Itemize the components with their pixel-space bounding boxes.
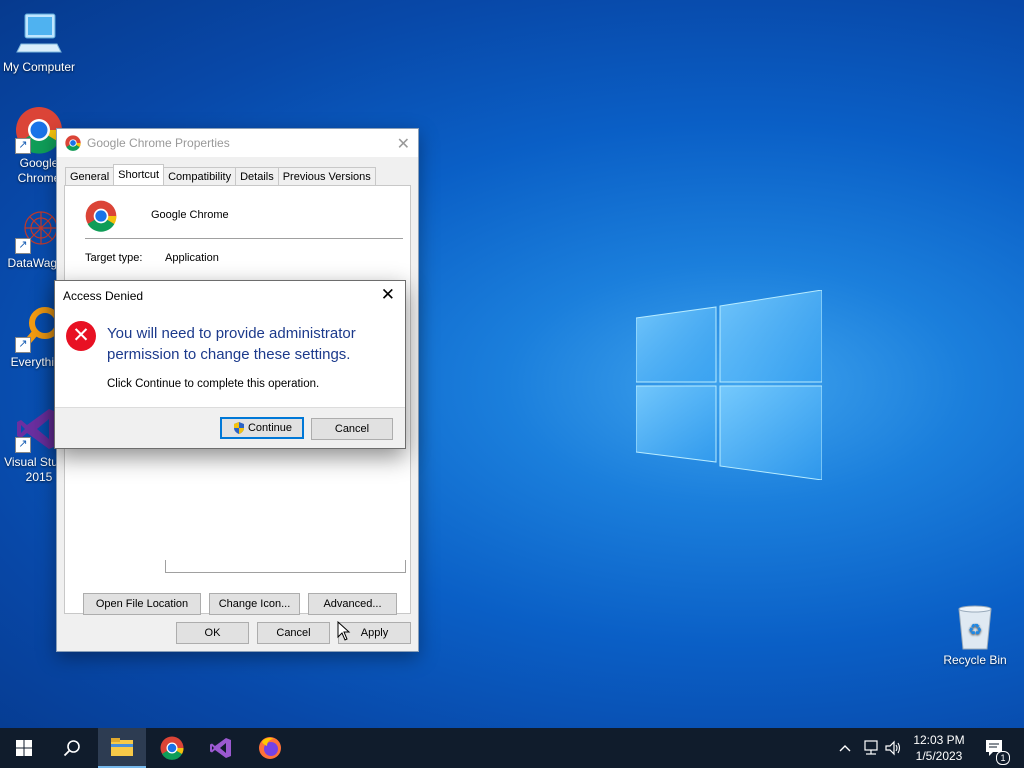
- cancel-button[interactable]: Cancel: [257, 622, 330, 644]
- taskbar-visual-studio[interactable]: [197, 728, 245, 768]
- taskbar-firefox[interactable]: [246, 728, 294, 768]
- desktop-icon-label: Recycle Bin: [943, 653, 1007, 667]
- tab-compatibility[interactable]: Compatibility: [163, 167, 237, 185]
- advanced-button[interactable]: Advanced...: [308, 593, 397, 615]
- continue-label: Continue: [247, 422, 293, 434]
- network-icon: [864, 740, 878, 755]
- dialog-title: Access Denied: [63, 289, 144, 303]
- tab-general[interactable]: General: [65, 167, 115, 185]
- tab-details[interactable]: Details: [235, 167, 279, 185]
- shortcut-arrow-icon: ↗: [15, 437, 31, 453]
- chrome-icon: [85, 200, 117, 232]
- speaker-icon: [885, 740, 901, 756]
- shortcut-arrow-icon: ↗: [15, 337, 31, 353]
- volume-tray[interactable]: [885, 728, 903, 768]
- windows-wallpaper-logo: [636, 290, 822, 480]
- taskbar-chrome[interactable]: [148, 728, 196, 768]
- chevron-up-icon: [839, 745, 851, 752]
- desktop-icon-label: My Computer: [2, 60, 76, 74]
- desktop-icon-my-computer[interactable]: My Computer: [1, 10, 77, 75]
- action-center-button[interactable]: 1: [982, 728, 1010, 768]
- search-button[interactable]: [48, 728, 96, 768]
- shortcut-arrow-icon: ↗: [15, 238, 31, 254]
- search-icon: [63, 740, 80, 757]
- close-icon[interactable]: ✕: [397, 134, 410, 154]
- recycle-bin-icon: ♻: [951, 603, 999, 651]
- main-instruction: You will need to provide administrator p…: [107, 325, 356, 363]
- network-tray[interactable]: [862, 728, 880, 768]
- chrome-icon: [65, 135, 81, 151]
- comment-field[interactable]: [165, 560, 406, 573]
- properties-tabs: General Shortcut Compatibility Details P…: [65, 164, 376, 185]
- dialog-cancel-button[interactable]: Cancel: [311, 418, 393, 440]
- open-file-location-button[interactable]: Open File Location: [83, 593, 201, 615]
- app-name: Google Chrome: [151, 209, 229, 221]
- firefox-icon: [259, 737, 281, 759]
- show-hidden-icons[interactable]: [838, 728, 852, 768]
- target-type-label: Target type:: [85, 252, 143, 264]
- windows-start-icon: [16, 740, 32, 756]
- target-type-value: Application: [165, 252, 219, 264]
- dialog-content-text: Click Continue to complete this operatio…: [107, 378, 320, 390]
- uac-shield-icon: [233, 422, 244, 434]
- svg-text:♻: ♻: [968, 620, 982, 639]
- tab-previous-versions[interactable]: Previous Versions: [277, 167, 376, 185]
- start-button[interactable]: [0, 728, 48, 768]
- properties-titlebar[interactable]: Google Chrome Properties: [57, 129, 418, 157]
- tab-shortcut[interactable]: Shortcut: [113, 164, 165, 185]
- access-denied-dialog: Access Denied ✕ ✕ You will need to provi…: [54, 280, 406, 449]
- shortcut-arrow-icon: ↗: [15, 138, 31, 154]
- taskbar-file-explorer[interactable]: [98, 728, 146, 768]
- divider: [85, 238, 403, 239]
- visual-studio-icon: [210, 738, 231, 758]
- clock-time: 12:03 PM: [913, 733, 965, 747]
- clock-date: 1/5/2023: [915, 749, 963, 763]
- window-title: Google Chrome Properties: [87, 136, 230, 150]
- notification-count-badge: 1: [996, 751, 1010, 765]
- continue-button[interactable]: Continue: [220, 417, 304, 439]
- system-clock[interactable]: 12:03 PM 1/5/2023: [904, 732, 974, 764]
- mouse-cursor-icon: [337, 621, 351, 641]
- desktop-icon-recycle-bin[interactable]: ♻ Recycle Bin: [937, 603, 1013, 668]
- close-icon[interactable]: ✕: [381, 285, 395, 305]
- ok-button[interactable]: OK: [176, 622, 249, 644]
- computer-icon: [15, 10, 63, 58]
- error-icon: ✕: [66, 321, 96, 351]
- taskbar: 12:03 PM 1/5/2023 1: [0, 728, 1024, 768]
- change-icon-button[interactable]: Change Icon...: [209, 593, 300, 615]
- chrome-icon: [160, 736, 184, 760]
- folder-icon: [111, 738, 133, 756]
